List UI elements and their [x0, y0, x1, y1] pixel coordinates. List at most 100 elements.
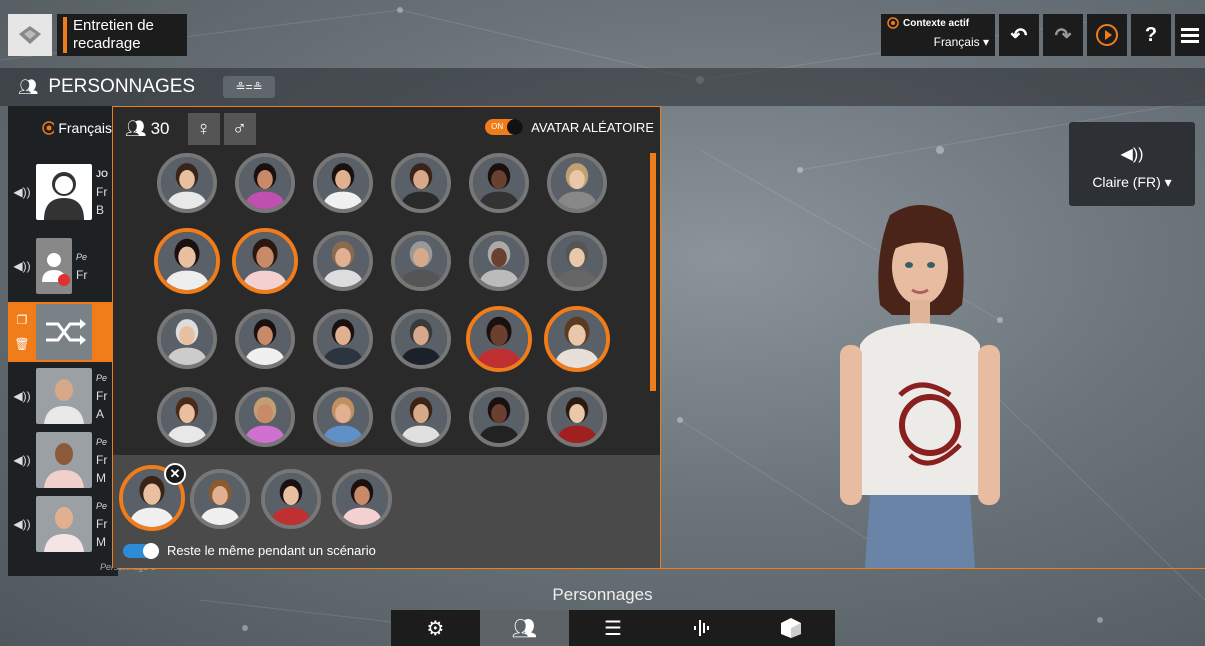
stage-divider — [118, 568, 1205, 569]
equal-characters-toggle[interactable]: ≗=≗ — [223, 76, 276, 98]
avatar — [36, 304, 92, 360]
avatar-portrait — [470, 310, 528, 368]
avatar-option[interactable] — [391, 153, 451, 213]
male-icon: ♂ — [232, 117, 248, 140]
list-item[interactable]: ◀)) Pe Fr M — [8, 494, 118, 554]
avatar-portrait — [161, 313, 213, 365]
selected-avatar[interactable] — [332, 469, 392, 529]
avatar-option[interactable] — [235, 309, 295, 369]
avatar-option[interactable] — [313, 231, 373, 291]
avatar — [36, 496, 92, 552]
people-icon: 👥︎ — [18, 79, 39, 96]
menu-button[interactable] — [1175, 14, 1205, 56]
avatar-option[interactable] — [313, 387, 373, 447]
audio-tab[interactable] — [657, 610, 746, 646]
avatar-portrait — [548, 310, 606, 368]
popup-header: 👥︎ 30 ♀ ♂ ON AVATAR ALÉATOIRE — [113, 107, 662, 151]
bottom-section-label: Personnages — [552, 585, 653, 604]
avatar-option[interactable] — [232, 228, 298, 294]
avatar-option[interactable] — [469, 387, 529, 447]
speaker-icon[interactable]: ◀)) — [8, 185, 36, 199]
female-filter-button[interactable]: ♀ — [187, 113, 220, 145]
play-icon — [1096, 24, 1118, 46]
help-button[interactable]: ? — [1131, 14, 1171, 56]
row-line2: M — [96, 471, 106, 485]
list-item[interactable]: ◀)) Pe Fr A — [8, 366, 118, 426]
avatar-option[interactable] — [547, 153, 607, 213]
avatar-option[interactable] — [157, 153, 217, 213]
avatar-portrait — [239, 157, 291, 209]
avatar-option[interactable] — [157, 387, 217, 447]
list-tab[interactable]: ☰ — [569, 610, 658, 646]
speaker-icon[interactable]: ◀)) — [8, 389, 36, 403]
settings-tab[interactable]: ⚙︎ — [391, 610, 480, 646]
selected-avatar[interactable] — [190, 469, 250, 529]
avatar-portrait — [317, 313, 369, 365]
avatar-option[interactable] — [235, 153, 295, 213]
avatar-option[interactable] — [466, 306, 532, 372]
avatar-option[interactable] — [391, 231, 451, 291]
delete-icon[interactable]: 🗑︎ — [14, 337, 29, 351]
voice-selector[interactable]: ◀)) Claire (FR) ▾ — [1069, 122, 1195, 206]
logo-button[interactable] — [8, 14, 52, 56]
object-tab[interactable] — [746, 610, 835, 646]
row-line1: Fr — [96, 389, 108, 403]
male-filter-button[interactable]: ♂ — [223, 113, 256, 145]
character-figure — [840, 205, 1000, 568]
bottom-nav: ⚙︎ 👥︎ ☰ — [391, 610, 835, 646]
play-button[interactable] — [1087, 14, 1127, 56]
avatar-option[interactable] — [544, 306, 610, 372]
scenario-title-box: Entretien de recadrage — [57, 14, 187, 56]
row-line2: B — [96, 203, 105, 217]
avatar-option[interactable] — [391, 309, 451, 369]
avatar-option[interactable] — [313, 153, 373, 213]
people-icon: 👥︎ — [125, 119, 147, 138]
avatar-option[interactable] — [547, 387, 607, 447]
keep-same-switch[interactable] — [123, 542, 159, 559]
avatar-portrait — [473, 157, 525, 209]
list-item-info: Pe Fr M — [92, 433, 107, 487]
list-item[interactable]: ◀)) Pe Fr M — [8, 430, 118, 490]
avatar-option[interactable] — [469, 231, 529, 291]
context-selector[interactable]: Contexte actif Français ▾ — [881, 14, 995, 56]
duplicate-icon[interactable]: ❐ — [17, 313, 28, 327]
app-logo-icon — [19, 26, 41, 44]
avatar-option[interactable] — [313, 309, 373, 369]
speaker-icon[interactable]: ◀)) — [8, 453, 36, 467]
avatar-option[interactable] — [157, 309, 217, 369]
list-item[interactable]: ◀)) Pe Fr — [8, 236, 118, 296]
context-language[interactable]: Français ▾ — [887, 35, 989, 49]
waveform-icon — [693, 620, 709, 636]
row-tag: Pe — [96, 437, 108, 447]
avatar-option[interactable] — [154, 228, 220, 294]
speaker-icon[interactable]: ◀)) — [8, 517, 36, 531]
redo-button[interactable]: ↷ — [1043, 14, 1083, 56]
list-item-info: Pe Fr M — [92, 497, 107, 551]
list-item-selected[interactable]: ❐ 🗑︎ — [8, 302, 118, 362]
avatar-portrait — [395, 235, 447, 287]
random-avatar-switch[interactable]: ON — [485, 119, 524, 135]
scenario-title: Entretien de recadrage — [73, 17, 154, 52]
switch-state: ON — [491, 122, 504, 131]
target-icon — [42, 121, 55, 135]
avatar-option[interactable] — [469, 153, 529, 213]
undo-icon: ↶ — [1010, 24, 1028, 47]
speaker-icon[interactable]: ◀)) — [8, 259, 36, 273]
selected-avatar[interactable] — [261, 469, 321, 529]
random-avatar-toggle[interactable]: ON AVATAR ALÉATOIRE — [485, 119, 654, 135]
avatar-option[interactable] — [547, 231, 607, 291]
avatar-portrait — [239, 391, 291, 443]
characters-tab[interactable]: 👥︎ — [479, 610, 569, 646]
language-filter[interactable]: Français — [8, 108, 112, 148]
scrollbar[interactable] — [650, 153, 656, 391]
avatar-option[interactable] — [391, 387, 451, 447]
voice-value: Claire (FR) ▾ — [1069, 174, 1195, 191]
remove-avatar-button[interactable]: ✕ — [164, 463, 186, 485]
language-filter-text: Français — [58, 120, 112, 136]
row-line1: Fr — [96, 453, 108, 467]
list-item[interactable]: ◀)) JO Fr B — [8, 162, 118, 222]
people-icon: 👥︎ — [511, 617, 537, 640]
keep-same-toggle[interactable]: Reste le même pendant un scénario — [123, 542, 376, 559]
undo-button[interactable]: ↶ — [999, 14, 1039, 56]
avatar-option[interactable] — [235, 387, 295, 447]
